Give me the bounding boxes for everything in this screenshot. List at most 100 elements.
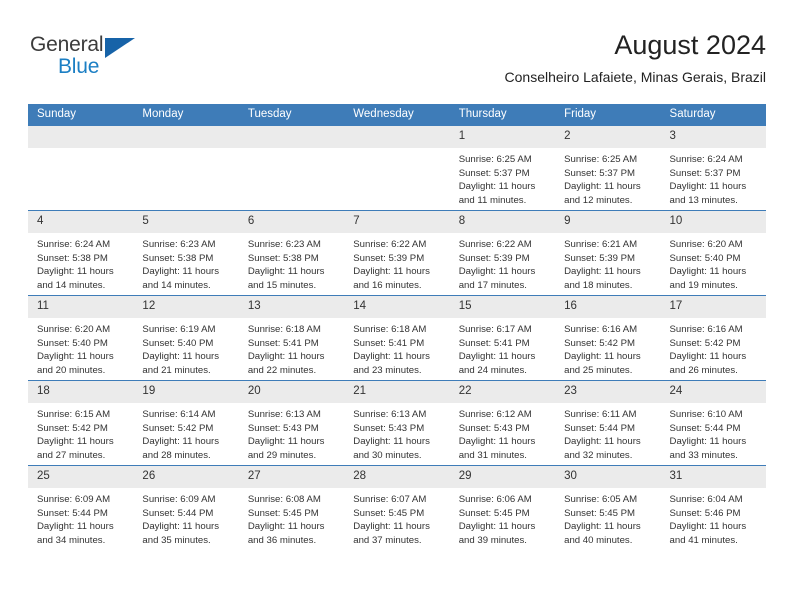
daylight-text-line2: and 31 minutes. — [458, 449, 527, 461]
day-details: Sunrise: 6:23 AM Sunset: 5:38 PM Daylight:… — [133, 233, 238, 295]
weekday-header-wednesday: Wednesday — [344, 104, 450, 126]
day-number: 15 — [449, 296, 556, 318]
daylight-text-line2: and 22 minutes. — [247, 364, 317, 376]
day-number: 4 — [28, 211, 134, 233]
sunrise-text: Sunrise: 6:15 AM — [37, 409, 111, 420]
weekday-header-monday: Monday — [133, 104, 239, 126]
weekday-header-sunday: Sunday — [28, 104, 134, 126]
day-number — [133, 126, 239, 148]
daylight-text-line1: Daylight: 11 hours — [458, 351, 536, 362]
calendar-day-cell[interactable]: 10 Sunrise: 6:20 AM Sunset: 5:40 PM Dayligh… — [660, 210, 766, 296]
daylight-text-line2: and 41 minutes. — [669, 534, 738, 546]
weekday-header-thursday: Thursday — [449, 104, 556, 126]
day-number: 23 — [555, 381, 661, 403]
day-details: Sunrise: 6:07 AM Sunset: 5:45 PM Daylight:… — [344, 488, 449, 550]
day-details: Sunrise: 6:18 AM Sunset: 5:41 PM Daylight:… — [239, 318, 344, 380]
daylight-text-line1: Daylight: 11 hours — [458, 266, 536, 277]
sunset-text: Sunset: 5:45 PM — [247, 507, 319, 519]
day-number: 1 — [449, 126, 556, 148]
calendar-cell-empty — [28, 126, 134, 211]
calendar-day-cell[interactable]: 28 Sunrise: 6:07 AM Sunset: 5:45 PM Dayligh… — [344, 465, 450, 550]
day-number: 26 — [133, 466, 239, 488]
sunrise-text: Sunrise: 6:09 AM — [37, 494, 111, 505]
sunset-text: Sunset: 5:42 PM — [37, 422, 108, 434]
calendar-day-cell[interactable]: 4 Sunrise: 6:24 AM Sunset: 5:38 PM Daylight… — [28, 210, 134, 296]
weekday-header-saturday: Saturday — [660, 104, 766, 126]
general-blue-logo[interactable]: General Blue — [30, 32, 170, 88]
sunrise-text: Sunrise: 6:17 AM — [458, 324, 532, 335]
calendar-week-row: 4 Sunrise: 6:24 AM Sunset: 5:38 PM Daylight… — [28, 210, 766, 296]
day-details: Sunrise: 6:23 AM Sunset: 5:38 PM Daylight:… — [239, 233, 344, 295]
calendar-day-cell[interactable]: 20 Sunrise: 6:13 AM Sunset: 5:43 PM Dayligh… — [238, 380, 345, 466]
calendar-day-cell[interactable]: 12 Sunrise: 6:19 AM Sunset: 5:40 PM Dayligh… — [133, 295, 239, 381]
day-details: Sunrise: 6:24 AM Sunset: 5:37 PM Daylight:… — [661, 148, 766, 210]
day-number: 24 — [660, 381, 766, 403]
calendar-day-cell[interactable]: 23 Sunrise: 6:11 AM Sunset: 5:44 PM Dayligh… — [555, 380, 661, 466]
sunset-text: Sunset: 5:39 PM — [353, 252, 425, 264]
calendar-day-cell[interactable]: 19 Sunrise: 6:14 AM Sunset: 5:42 PM Dayligh… — [133, 380, 239, 466]
daylight-text-line2: and 15 minutes. — [247, 279, 317, 291]
daylight-text-line2: and 30 minutes. — [353, 449, 422, 461]
calendar-day-cell[interactable]: 14 Sunrise: 6:18 AM Sunset: 5:41 PM Dayligh… — [344, 295, 450, 381]
calendar-day-cell[interactable]: 21 Sunrise: 6:13 AM Sunset: 5:43 PM Dayligh… — [344, 380, 450, 466]
day-number: 17 — [660, 296, 766, 318]
calendar-day-cell[interactable]: 25 Sunrise: 6:09 AM Sunset: 5:44 PM Dayligh… — [28, 465, 134, 550]
sunset-text: Sunset: 5:44 PM — [37, 507, 108, 519]
calendar-day-cell[interactable]: 24 Sunrise: 6:10 AM Sunset: 5:44 PM Dayligh… — [660, 380, 766, 466]
day-number: 25 — [28, 466, 134, 488]
daylight-text-line1: Daylight: 11 hours — [669, 521, 747, 532]
calendar-day-cell[interactable]: 15 Sunrise: 6:17 AM Sunset: 5:41 PM Dayligh… — [449, 295, 556, 381]
daylight-text-line2: and 29 minutes. — [247, 449, 317, 461]
day-number: 10 — [660, 211, 766, 233]
calendar-day-cell[interactable]: 22 Sunrise: 6:12 AM Sunset: 5:43 PM Dayligh… — [449, 380, 556, 466]
daylight-text-line1: Daylight: 11 hours — [142, 266, 220, 277]
sunset-text: Sunset: 5:42 PM — [564, 337, 636, 349]
logo-triangle-icon — [105, 38, 135, 58]
daylight-text-line1: Daylight: 11 hours — [669, 436, 747, 447]
calendar-day-cell[interactable]: 18 Sunrise: 6:15 AM Sunset: 5:42 PM Dayligh… — [28, 380, 134, 466]
sunrise-text: Sunrise: 6:16 AM — [669, 324, 743, 335]
day-details: Sunrise: 6:16 AM Sunset: 5:42 PM Daylight:… — [555, 318, 660, 380]
day-details: Sunrise: 6:22 AM Sunset: 5:39 PM Daylight:… — [344, 233, 449, 295]
calendar-header-row: Sunday Monday Tuesday Wednesday Thursday… — [28, 104, 766, 126]
daylight-text-line1: Daylight: 11 hours — [458, 521, 536, 532]
calendar-day-cell[interactable]: 9 Sunrise: 6:21 AM Sunset: 5:39 PM Daylight… — [555, 210, 661, 296]
sunset-text: Sunset: 5:44 PM — [669, 422, 741, 434]
calendar-day-cell[interactable]: 13 Sunrise: 6:18 AM Sunset: 5:41 PM Dayligh… — [238, 295, 345, 381]
sunrise-text: Sunrise: 6:07 AM — [353, 494, 427, 505]
calendar-body: 1 Sunrise: 6:25 AM Sunset: 5:37 PM Daylight… — [28, 126, 766, 550]
daylight-text-line1: Daylight: 11 hours — [669, 181, 747, 192]
calendar-day-cell[interactable]: 17 Sunrise: 6:16 AM Sunset: 5:42 PM Dayligh… — [660, 295, 766, 381]
calendar-week-row: 11 Sunrise: 6:20 AM Sunset: 5:40 PM Dayligh… — [28, 295, 766, 381]
day-details: Sunrise: 6:12 AM Sunset: 5:43 PM Daylight:… — [450, 403, 555, 465]
calendar-day-cell[interactable]: 2 Sunrise: 6:25 AM Sunset: 5:37 PM Daylight… — [555, 126, 661, 211]
calendar-day-cell[interactable]: 26 Sunrise: 6:09 AM Sunset: 5:44 PM Dayligh… — [133, 465, 239, 550]
sunrise-text: Sunrise: 6:22 AM — [353, 239, 427, 250]
sunrise-text: Sunrise: 6:16 AM — [564, 324, 638, 335]
day-number: 14 — [344, 296, 450, 318]
page-subtitle: Conselheiro Lafaiete, Minas Gerais, Braz… — [504, 69, 766, 85]
daylight-text-line1: Daylight: 11 hours — [353, 521, 430, 532]
calendar-day-cell[interactable]: 27 Sunrise: 6:08 AM Sunset: 5:45 PM Dayligh… — [238, 465, 345, 550]
sunrise-text: Sunrise: 6:08 AM — [247, 494, 321, 505]
calendar-day-cell[interactable]: 31 Sunrise: 6:04 AM Sunset: 5:46 PM Dayligh… — [660, 465, 766, 550]
daylight-text-line1: Daylight: 11 hours — [353, 351, 430, 362]
calendar-day-cell[interactable]: 8 Sunrise: 6:22 AM Sunset: 5:39 PM Daylight… — [449, 210, 556, 296]
day-number — [344, 126, 450, 148]
weekday-header-friday: Friday — [555, 104, 661, 126]
calendar-day-cell[interactable]: 29 Sunrise: 6:06 AM Sunset: 5:45 PM Dayligh… — [449, 465, 556, 550]
calendar-day-cell[interactable]: 16 Sunrise: 6:16 AM Sunset: 5:42 PM Dayligh… — [555, 295, 661, 381]
calendar-day-cell[interactable]: 11 Sunrise: 6:20 AM Sunset: 5:40 PM Dayligh… — [28, 295, 134, 381]
sunset-text: Sunset: 5:40 PM — [142, 337, 214, 349]
calendar-day-cell[interactable]: 6 Sunrise: 6:23 AM Sunset: 5:38 PM Daylight… — [238, 210, 345, 296]
daylight-text-line2: and 24 minutes. — [458, 364, 527, 376]
sunset-text: Sunset: 5:39 PM — [564, 252, 636, 264]
daylight-text-line1: Daylight: 11 hours — [669, 266, 747, 277]
calendar-day-cell[interactable]: 7 Sunrise: 6:22 AM Sunset: 5:39 PM Daylight… — [344, 210, 450, 296]
calendar-day-cell[interactable]: 3 Sunrise: 6:24 AM Sunset: 5:37 PM Daylight… — [660, 126, 766, 211]
calendar-day-cell[interactable]: 30 Sunrise: 6:05 AM Sunset: 5:45 PM Dayligh… — [555, 465, 661, 550]
sunrise-text: Sunrise: 6:21 AM — [564, 239, 638, 250]
sunrise-text: Sunrise: 6:04 AM — [669, 494, 743, 505]
calendar-day-cell[interactable]: 5 Sunrise: 6:23 AM Sunset: 5:38 PM Daylight… — [133, 210, 239, 296]
calendar-day-cell[interactable]: 1 Sunrise: 6:25 AM Sunset: 5:37 PM Daylight… — [449, 126, 556, 211]
